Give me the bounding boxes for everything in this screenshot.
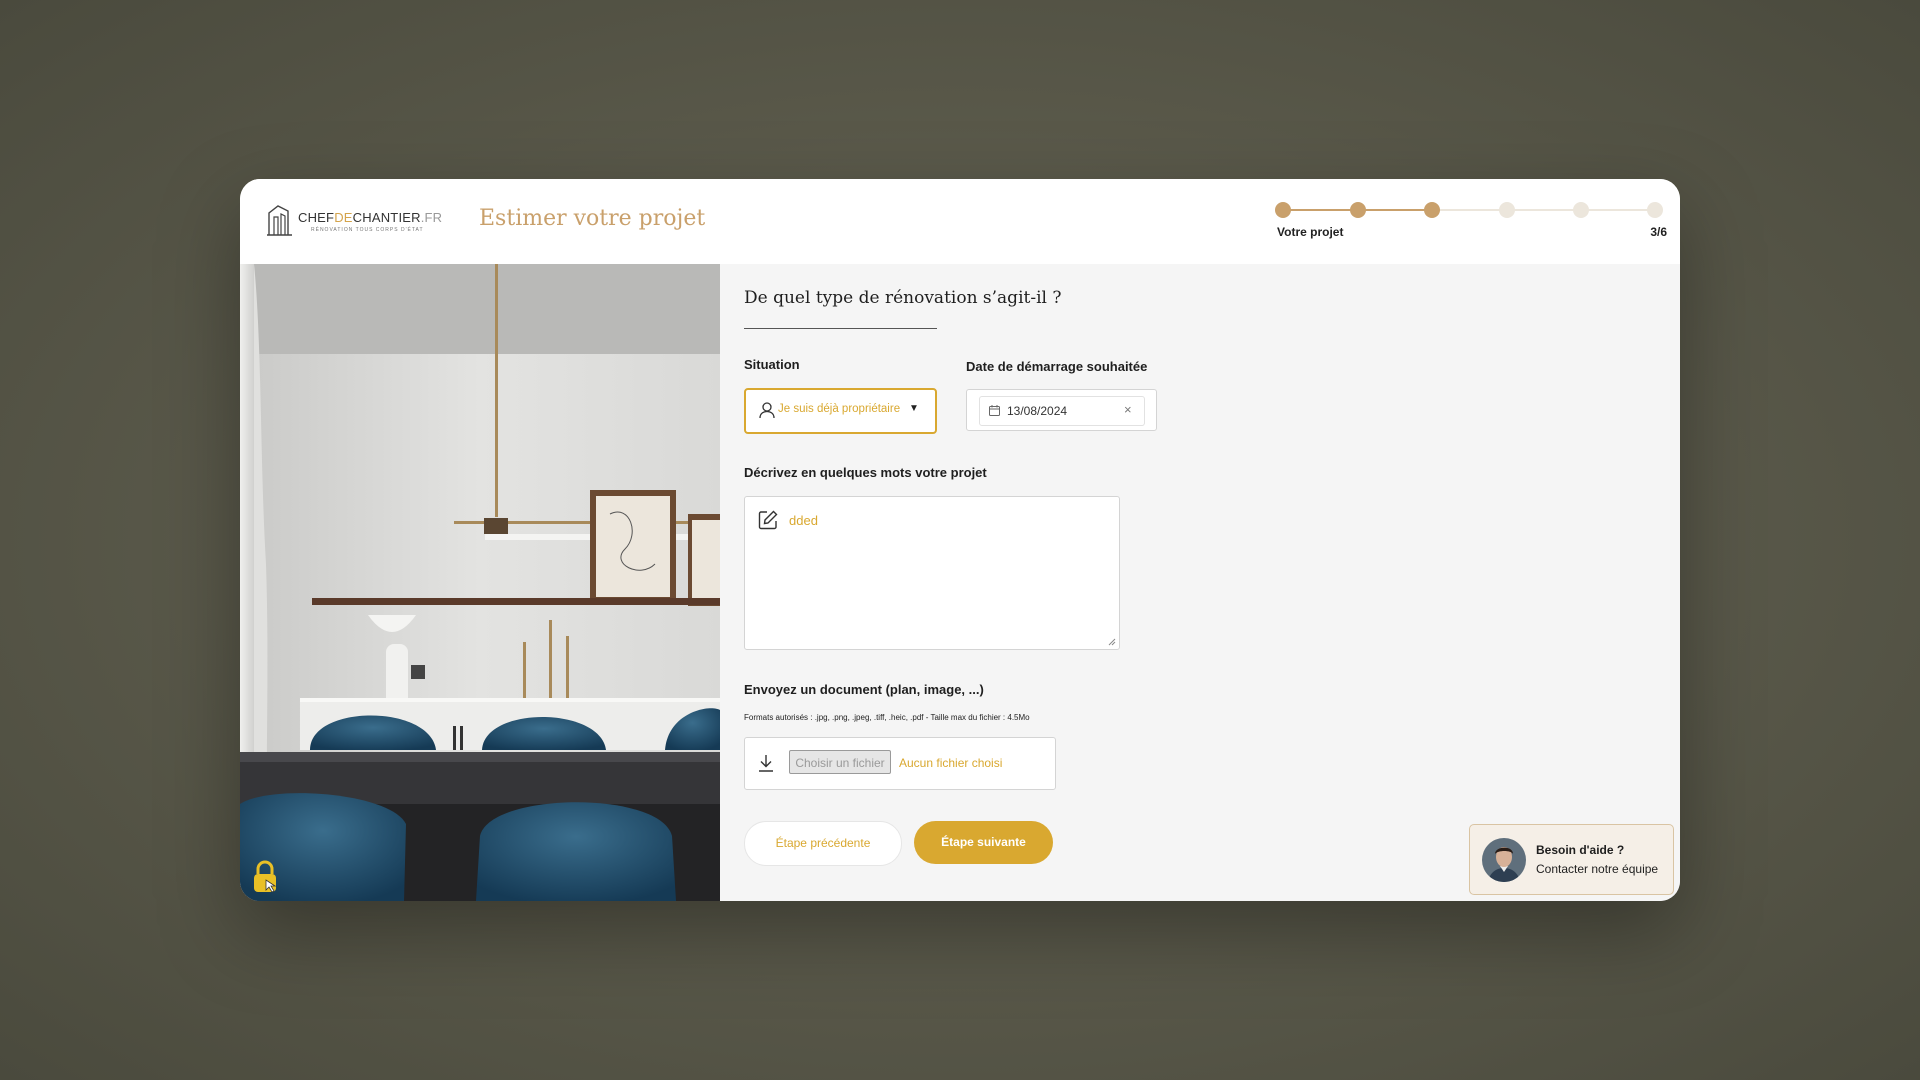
logo-wordmark: CHEFDECHANTIER.FR xyxy=(298,210,443,225)
step-counter: 3/6 xyxy=(1650,225,1667,239)
step-dot-5 xyxy=(1573,202,1589,218)
situation-select[interactable]: Je suis déjà propriétaire ▼ xyxy=(744,388,937,434)
choose-file-button[interactable]: Choisir un fichier xyxy=(789,750,891,774)
logo-tagline: RÉNOVATION TOUS CORPS D'ÉTAT xyxy=(311,227,424,233)
situation-label: Situation xyxy=(744,357,800,372)
step-dot-6 xyxy=(1647,202,1663,218)
allowed-formats-text: Formats autorisés : .jpg, .png, .jpeg, .… xyxy=(744,713,1030,722)
avatar xyxy=(1482,838,1526,882)
resize-handle-icon[interactable] xyxy=(1108,638,1116,646)
progress-stepper: Votre projet 3/6 xyxy=(1275,201,1667,241)
page-title: Estimer votre projet xyxy=(479,206,706,231)
clear-date-icon[interactable]: × xyxy=(1124,402,1132,417)
user-icon xyxy=(759,402,775,419)
description-value: dded xyxy=(789,513,818,528)
step-dot-1[interactable] xyxy=(1275,202,1291,218)
estimate-window: CHEFDECHANTIER.FR RÉNOVATION TOUS CORPS … xyxy=(240,179,1680,901)
file-status-text: Aucun fichier choisi xyxy=(899,756,1003,770)
logo-building-icon xyxy=(267,205,292,236)
start-date-value: 13/08/2024 xyxy=(1007,404,1068,418)
calendar-icon xyxy=(989,405,1000,416)
logo[interactable]: CHEFDECHANTIER.FR RÉNOVATION TOUS CORPS … xyxy=(266,203,442,239)
document-label: Envoyez un document (plan, image, ...) xyxy=(744,682,984,697)
step-line-todo xyxy=(1432,209,1659,211)
header: CHEFDECHANTIER.FR RÉNOVATION TOUS CORPS … xyxy=(240,179,1680,264)
description-textarea[interactable]: dded xyxy=(744,496,1120,650)
dining-room-image xyxy=(240,264,720,901)
step-dot-2[interactable] xyxy=(1350,202,1366,218)
document-upload-field[interactable]: Choisir un fichier Aucun fichier choisi xyxy=(744,737,1056,790)
date-picker-input[interactable]: 13/08/2024 × xyxy=(979,396,1145,426)
cookie-lock-button[interactable] xyxy=(250,860,280,894)
question-underline xyxy=(744,328,937,329)
form-panel: De quel type de rénovation s’agit-il ? S… xyxy=(720,264,1680,901)
chevron-down-icon: ▼ xyxy=(909,403,919,414)
project-photo xyxy=(240,264,720,901)
support-agent-avatar xyxy=(1482,838,1526,882)
start-date-label: Date de démarrage souhaitée xyxy=(966,359,1148,374)
step-dot-3[interactable] xyxy=(1424,202,1440,218)
download-icon xyxy=(759,755,773,772)
edit-icon xyxy=(758,510,778,530)
help-widget[interactable]: Besoin d'aide ? Contacter notre équipe xyxy=(1469,824,1674,895)
step-dot-4 xyxy=(1499,202,1515,218)
step-current-label: Votre projet xyxy=(1277,225,1344,239)
question-title: De quel type de rénovation s’agit-il ? xyxy=(744,288,1062,308)
contact-team-link[interactable]: Contacter notre équipe xyxy=(1536,862,1658,876)
help-title: Besoin d'aide ? xyxy=(1536,843,1625,857)
description-label: Décrivez en quelques mots votre projet xyxy=(744,465,987,480)
start-date-field[interactable]: 13/08/2024 × xyxy=(966,389,1157,431)
next-step-button[interactable]: Étape suivante xyxy=(914,821,1053,864)
lock-icon xyxy=(254,860,277,893)
situation-value: Je suis déjà propriétaire xyxy=(778,403,901,415)
previous-step-button[interactable]: Étape précédente xyxy=(744,821,902,866)
